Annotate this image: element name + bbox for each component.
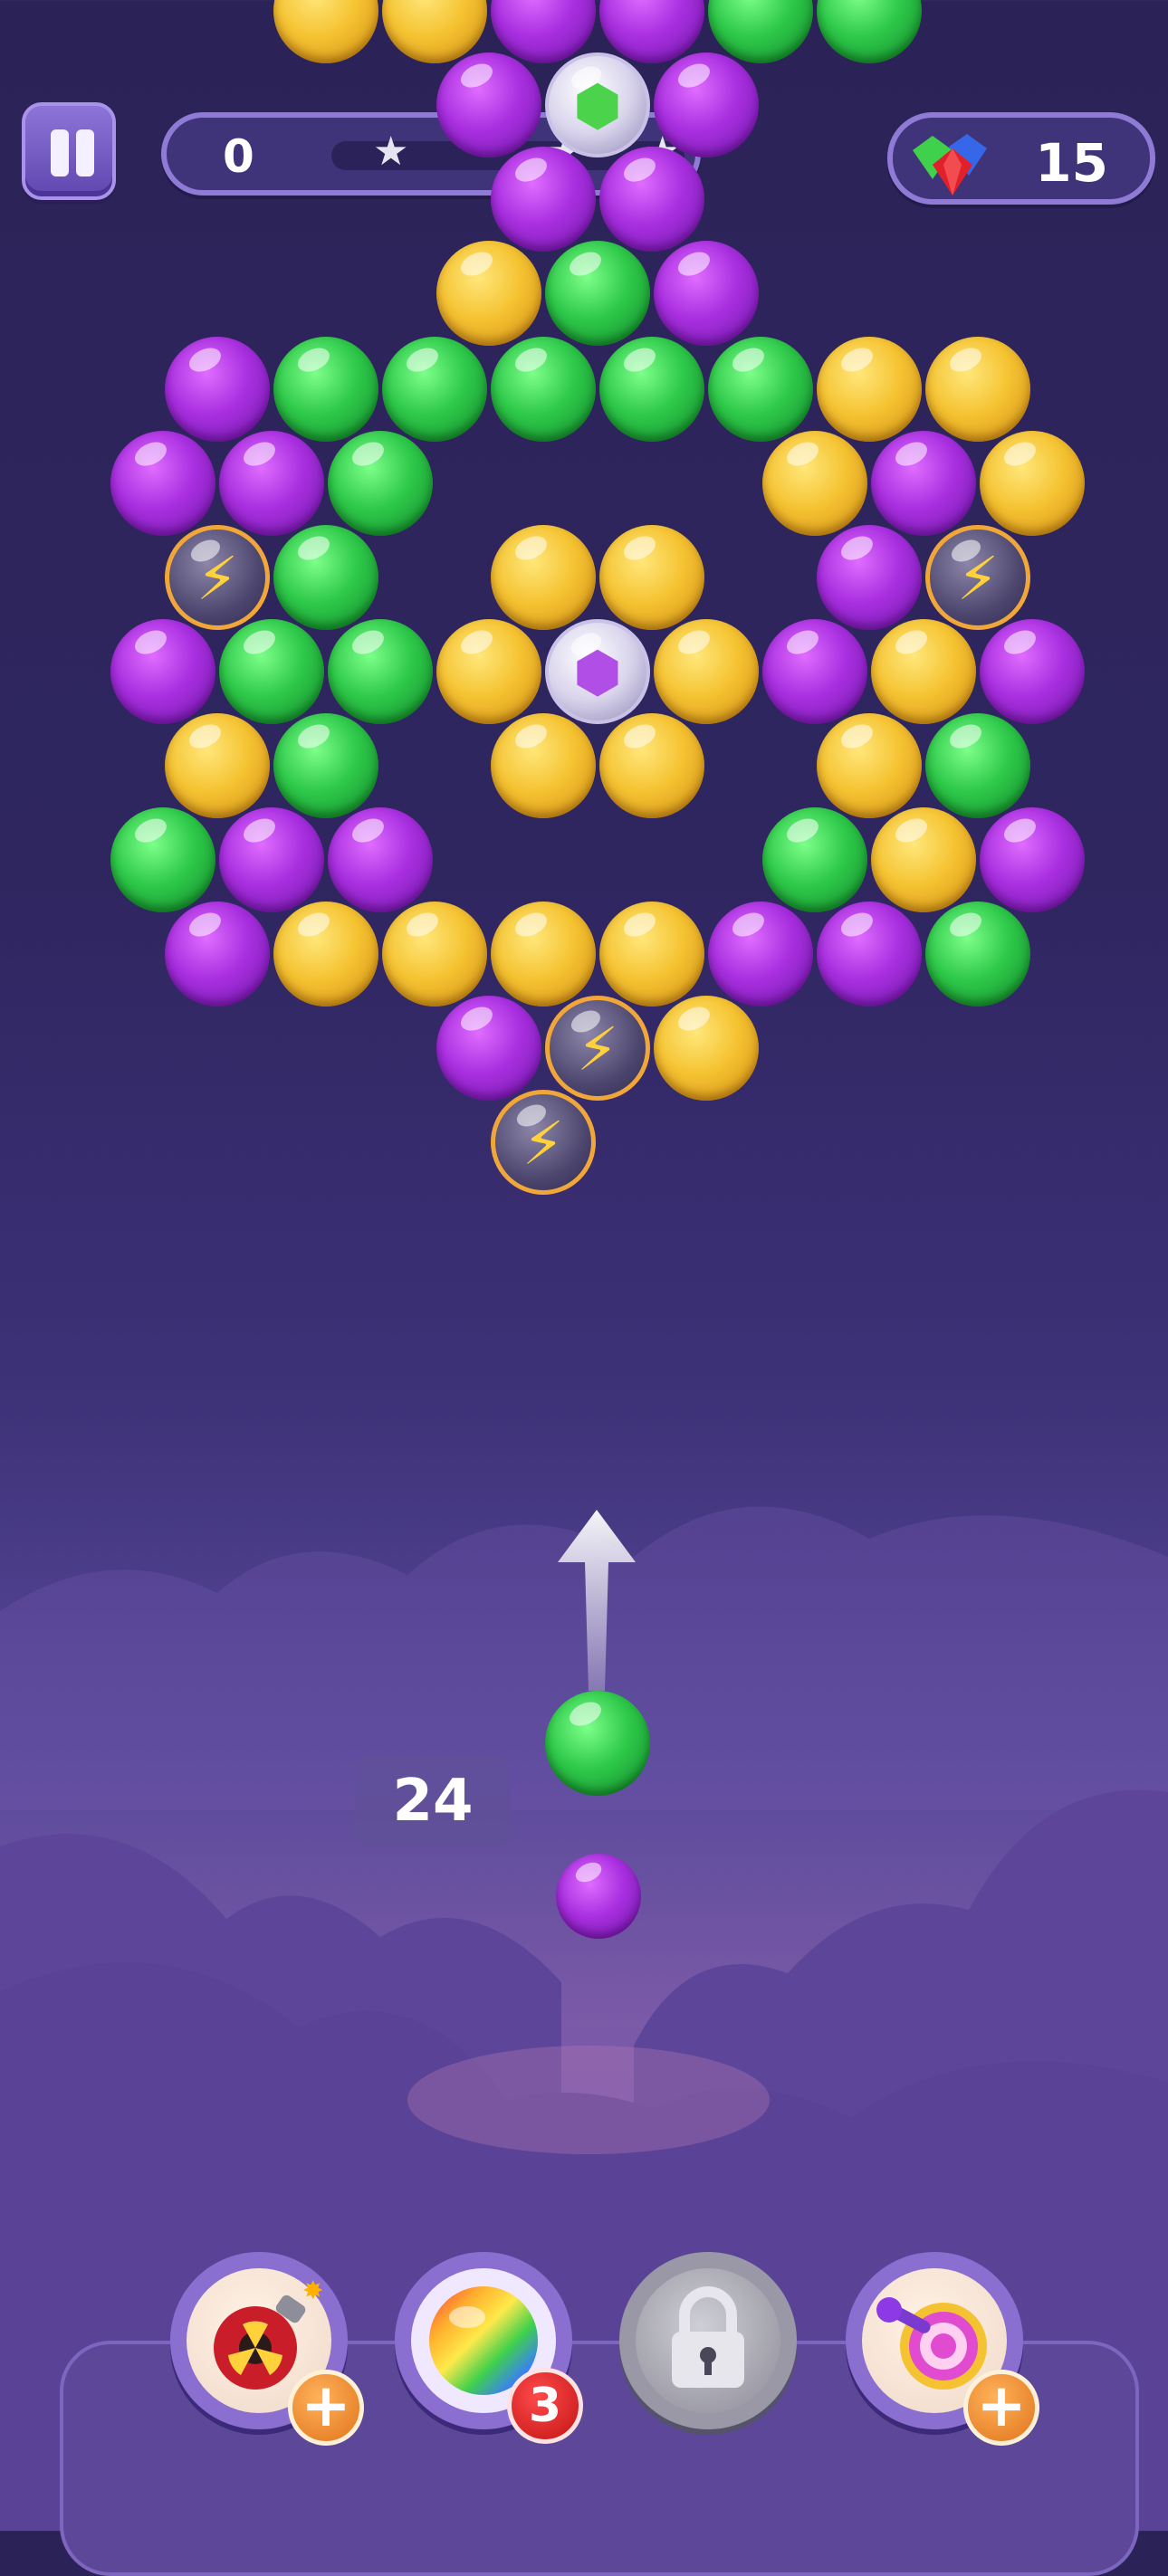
bubble-green bbox=[599, 337, 704, 442]
bubble-purple bbox=[219, 431, 324, 536]
rainbow-booster[interactable]: 3 bbox=[395, 2252, 583, 2444]
bubble-purple bbox=[491, 147, 596, 252]
bubble-yellow bbox=[491, 525, 596, 630]
bubble-purple bbox=[654, 241, 759, 346]
lightning-icon: ⚡ bbox=[576, 1015, 619, 1084]
bubble-green bbox=[273, 713, 378, 818]
bubble-yellow bbox=[165, 713, 270, 818]
bubble-yellow bbox=[980, 431, 1085, 536]
bubble-purple bbox=[762, 619, 867, 724]
game-stage[interactable]: 0 ★ ★ ★ 15 ⬢ bbox=[0, 0, 1168, 2576]
bubble-green bbox=[219, 619, 324, 724]
bubble-purple bbox=[165, 337, 270, 442]
bubble-purple bbox=[817, 525, 922, 630]
pause-icon bbox=[51, 129, 69, 177]
bubble-green bbox=[273, 337, 378, 442]
bubble-purple bbox=[436, 52, 541, 157]
bubble-green bbox=[328, 619, 433, 724]
bubble-lightning: ⚡ bbox=[165, 525, 270, 630]
bubble-purple bbox=[599, 147, 704, 252]
bubble-purple bbox=[980, 807, 1085, 912]
bubble-purple bbox=[165, 902, 270, 1007]
bubble-lightning: ⚡ bbox=[491, 1090, 596, 1195]
bubble-yellow bbox=[599, 902, 704, 1007]
bubble-yellow bbox=[382, 902, 487, 1007]
bubble-yellow bbox=[817, 337, 922, 442]
bubble-gem-purple: ⬢ bbox=[545, 619, 650, 724]
lightning-icon: ⚡ bbox=[956, 544, 1000, 614]
bubble-green bbox=[762, 807, 867, 912]
bubble-yellow bbox=[925, 337, 1030, 442]
bubble-purple bbox=[654, 52, 759, 157]
aim-arrow[interactable] bbox=[556, 1510, 637, 1700]
bubble-green bbox=[925, 713, 1030, 818]
bubble-purple bbox=[980, 619, 1085, 724]
bubble-yellow bbox=[654, 619, 759, 724]
lightning-icon: ⚡ bbox=[196, 544, 239, 614]
current-shooter-bubble[interactable] bbox=[545, 1691, 650, 1796]
gem-count: 15 bbox=[1035, 132, 1108, 194]
bubble-green bbox=[110, 807, 215, 912]
bubble-lightning: ⚡ bbox=[925, 525, 1030, 630]
gem-icon: ⬢ bbox=[572, 639, 623, 705]
bubble-yellow bbox=[599, 713, 704, 818]
locked-booster[interactable] bbox=[619, 2252, 797, 2429]
bubble-yellow bbox=[762, 431, 867, 536]
bubble-green bbox=[382, 337, 487, 442]
bubble-purple bbox=[436, 996, 541, 1101]
bubble-purple bbox=[110, 431, 215, 536]
bubble-purple bbox=[817, 902, 922, 1007]
moves-counter: 24 bbox=[355, 1756, 511, 1846]
bubble-green bbox=[708, 337, 813, 442]
bubble-yellow bbox=[436, 241, 541, 346]
bubble-green bbox=[273, 525, 378, 630]
bubble-purple bbox=[871, 431, 976, 536]
lock-icon bbox=[672, 2286, 744, 2388]
add-icon[interactable]: + bbox=[288, 2370, 364, 2446]
bubble-gem-green: ⬢ bbox=[545, 52, 650, 157]
gem-counter[interactable]: 15 bbox=[887, 112, 1155, 205]
bubble-yellow bbox=[491, 713, 596, 818]
bubble-green bbox=[328, 431, 433, 536]
next-bubble[interactable] bbox=[556, 1854, 641, 1939]
bomb-booster[interactable]: ✸ + bbox=[170, 2252, 364, 2446]
star-icon: ★ bbox=[373, 129, 409, 175]
bubble-yellow bbox=[871, 807, 976, 912]
moves-count: 24 bbox=[392, 1768, 474, 1835]
target-booster[interactable]: + bbox=[846, 2252, 1039, 2446]
bubble-yellow bbox=[654, 996, 759, 1101]
gems-icon bbox=[913, 134, 987, 196]
bubble-green bbox=[925, 902, 1030, 1007]
bubble-purple bbox=[328, 807, 433, 912]
bubble-yellow bbox=[273, 902, 378, 1007]
pause-button[interactable] bbox=[22, 102, 116, 200]
bubble-purple bbox=[219, 807, 324, 912]
bubble-yellow bbox=[817, 713, 922, 818]
score-value: 0 bbox=[223, 130, 254, 183]
bubble-green bbox=[491, 337, 596, 442]
bubble-purple bbox=[708, 902, 813, 1007]
bubble-yellow bbox=[871, 619, 976, 724]
gem-icon: ⬢ bbox=[572, 72, 623, 138]
bubble-yellow bbox=[491, 902, 596, 1007]
bubble-yellow bbox=[599, 525, 704, 630]
lightning-icon: ⚡ bbox=[522, 1109, 565, 1178]
svg-text:✸: ✸ bbox=[302, 2275, 323, 2305]
bubble-lightning: ⚡ bbox=[545, 996, 650, 1101]
bubble-purple bbox=[110, 619, 215, 724]
bubble-green bbox=[545, 241, 650, 346]
booster-count-badge: 3 bbox=[507, 2368, 583, 2444]
add-icon[interactable]: + bbox=[963, 2370, 1039, 2446]
bubble-yellow bbox=[436, 619, 541, 724]
